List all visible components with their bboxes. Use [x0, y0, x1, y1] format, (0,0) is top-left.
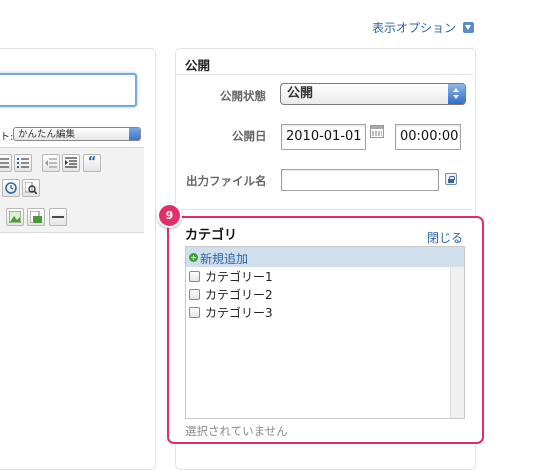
select-arrows-icon [448, 84, 465, 104]
insert-image-icon[interactable] [6, 208, 24, 226]
search-replace-icon[interactable] [22, 179, 40, 197]
date-field[interactable]: 2010-01-01 [281, 124, 366, 150]
time-value: 00:00:00 [400, 129, 459, 144]
add-circle-icon [189, 253, 198, 262]
numbered-list-icon[interactable] [14, 154, 32, 172]
lock-icon[interactable] [445, 173, 457, 185]
editor-toolbar: “ [0, 147, 144, 233]
anchor-icon[interactable] [2, 179, 20, 197]
time-field[interactable]: 00:00:00 [395, 124, 461, 150]
category-title: カテゴリ [185, 228, 238, 243]
category-checkbox[interactable] [189, 289, 200, 300]
divider [176, 209, 473, 210]
category-label: カテゴリー3 [205, 306, 273, 320]
category-label: カテゴリー2 [205, 288, 273, 302]
scrollbar[interactable] [450, 267, 464, 418]
publish-heading: 公開 [185, 58, 211, 73]
selection-status: 選択されていません [185, 424, 288, 438]
editor-mode-select[interactable]: かんたん編集 [13, 127, 141, 141]
status-label: 公開状態 [220, 89, 266, 103]
filename-label: 出力ファイル名 [186, 174, 267, 188]
category-list: 新規追加 カテゴリー1 カテゴリー2 カテゴリー3 [185, 246, 465, 419]
category-checkbox[interactable] [189, 307, 200, 318]
quote-icon: “ [87, 155, 97, 170]
status-select[interactable]: 公開 [280, 83, 466, 105]
display-options-link[interactable]: 表示オプション [372, 19, 456, 36]
chevron-down-icon[interactable] [463, 22, 474, 33]
category-label: カテゴリー1 [205, 270, 273, 284]
step-badge: 9 [157, 203, 182, 228]
select-arrow-icon [129, 128, 140, 140]
horizontal-rule-icon[interactable] [49, 208, 67, 226]
outdent-icon[interactable] [42, 154, 60, 172]
add-new-category-button[interactable]: 新規追加 [186, 247, 464, 267]
close-link[interactable]: 閉じる [427, 229, 463, 246]
editor-mode-value: かんたん編集 [18, 129, 76, 140]
add-new-label: 新規追加 [200, 252, 249, 266]
title-input[interactable] [0, 73, 137, 107]
format-label: ト: [0, 132, 14, 143]
calendar-icon[interactable] [370, 125, 384, 138]
bulleted-list-icon[interactable] [0, 154, 12, 172]
status-value: 公開 [287, 86, 314, 101]
date-label: 公開日 [232, 129, 267, 143]
date-value: 2010-01-01 [286, 129, 362, 144]
indent-icon[interactable] [62, 154, 80, 172]
category-checkbox[interactable] [189, 271, 200, 282]
blockquote-button[interactable]: “ [83, 154, 101, 172]
editor-panel [0, 48, 156, 470]
insert-media-icon[interactable] [27, 208, 45, 226]
divider [176, 74, 473, 75]
filename-field[interactable] [281, 169, 439, 191]
